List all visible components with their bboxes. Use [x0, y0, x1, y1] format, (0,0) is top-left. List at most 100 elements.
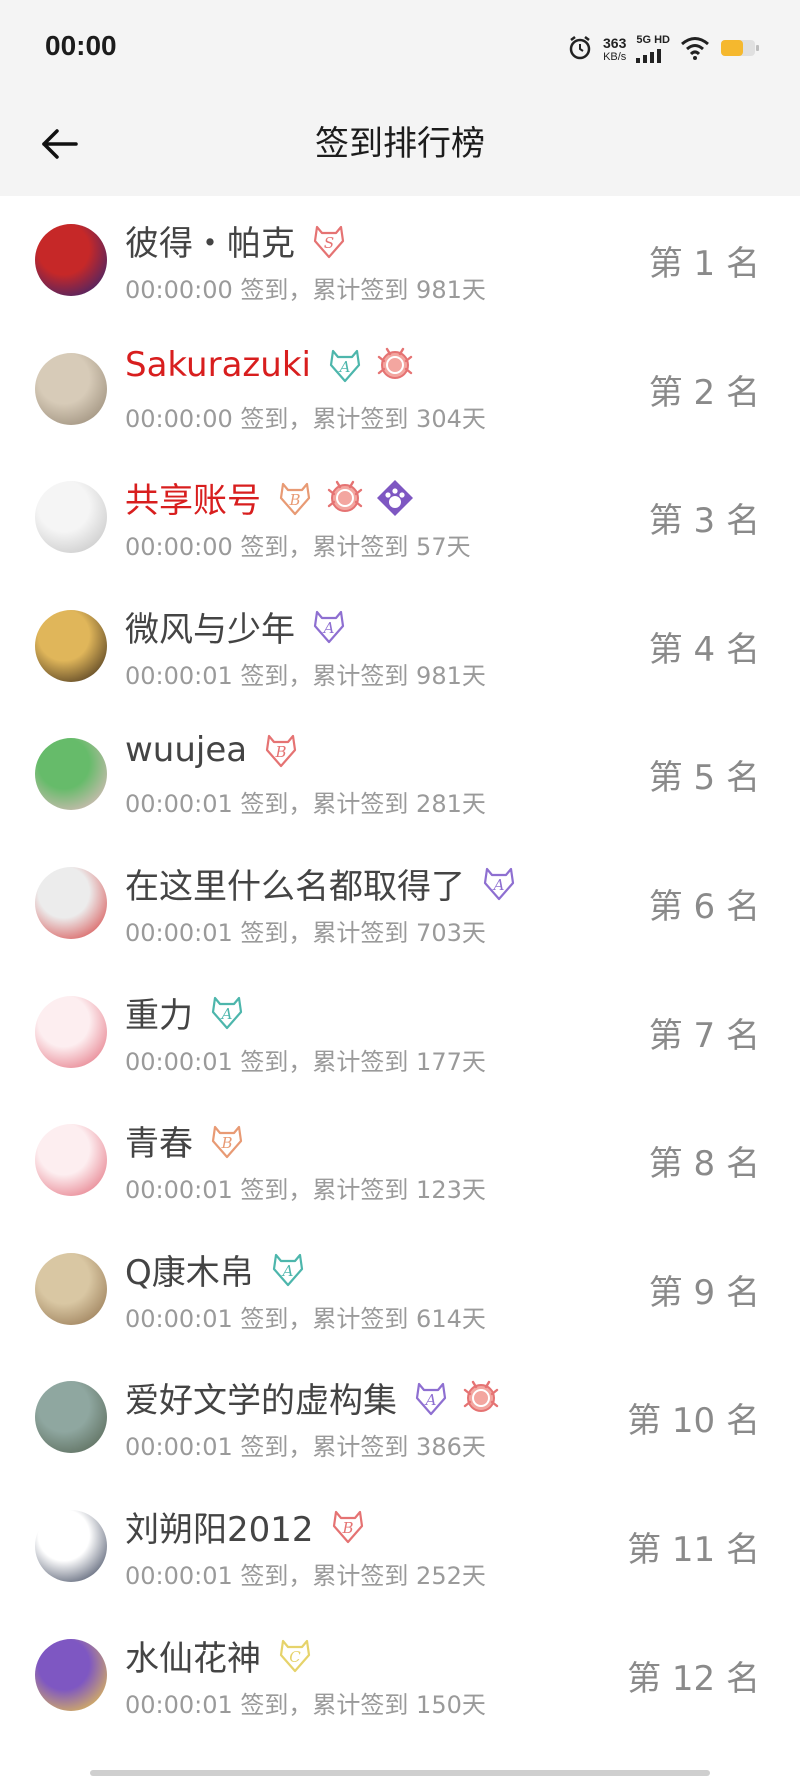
ranking-row[interactable]: 爱好文学的虚构集 A 00:00:01 签到，累计签到 386天 第 10 名	[0, 1353, 800, 1482]
name-line: 彼得・帕克 S	[125, 216, 349, 265]
signal-icon	[636, 48, 662, 67]
ranking-row[interactable]: 微风与少年 A 00:00:01 签到，累计签到 981天 第 4 名	[0, 582, 800, 711]
svg-text:B: B	[288, 491, 300, 509]
ranking-row[interactable]: 彼得・帕克 S 00:00:00 签到，累计签到 981天 第 1 名	[0, 196, 800, 325]
rank-label: 第 12 名	[627, 1658, 760, 1699]
signin-info: 00:00:01 签到，累计签到 614天	[125, 1304, 486, 1333]
avatar[interactable]	[35, 224, 107, 296]
rank-label: 第 6 名	[648, 886, 760, 927]
svg-text:C: C	[289, 1648, 301, 1666]
level-badge-icon: A	[411, 1378, 451, 1418]
avatar[interactable]	[35, 1124, 107, 1197]
avatar[interactable]	[35, 738, 107, 811]
ranking-row[interactable]: 共享账号 B 00:00:00 签到，累计签到 57天 第 3 名	[0, 453, 800, 582]
cell-signal: 5G HD	[636, 34, 670, 67]
rank-label: 第 5 名	[648, 758, 760, 799]
ranking-row[interactable]: Sakurazuki A 00:00:00 签到，累计签到 304天 第 2 名	[0, 325, 800, 454]
rank-label: 第 10 名	[627, 1401, 760, 1442]
avatar[interactable]	[35, 866, 107, 939]
avatar[interactable]	[35, 1509, 107, 1582]
ranking-row[interactable]: 青春 B 00:00:01 签到，累计签到 123天 第 8 名	[0, 1096, 800, 1225]
signin-info: 00:00:01 签到，累计签到 123天	[125, 1176, 486, 1205]
signin-info: 00:00:00 签到，累计签到 304天	[125, 404, 486, 433]
user-name[interactable]: 刘朔阳2012	[125, 1502, 314, 1551]
top-app-bar: 签到排行榜	[0, 96, 800, 196]
status-icons: 363 KB/s 5G HD	[567, 30, 760, 70]
avatar[interactable]	[35, 352, 107, 425]
svg-text:B: B	[341, 1519, 353, 1537]
badge-group: A	[268, 1249, 308, 1289]
status-bar: 00:00 363 KB/s 5G HD	[0, 0, 800, 96]
level-badge-icon: A	[268, 1249, 308, 1289]
avatar[interactable]	[35, 995, 107, 1068]
signin-info: 00:00:01 签到，累计签到 150天	[125, 1690, 486, 1719]
rank-label: 第 7 名	[648, 1015, 760, 1056]
signin-info: 00:00:01 签到，累计签到 177天	[125, 1047, 486, 1076]
user-name[interactable]: 微风与少年	[125, 602, 295, 651]
crab-badge-icon	[375, 345, 415, 385]
signin-info: 00:00:01 签到，累计签到 252天	[125, 1561, 486, 1590]
user-name[interactable]: 共享账号	[125, 473, 261, 522]
avatar[interactable]	[35, 609, 107, 682]
level-badge-icon: A	[325, 345, 365, 385]
badge-group: S	[309, 221, 349, 261]
ranking-row[interactable]: wuujea B 00:00:01 签到，累计签到 281天 第 5 名	[0, 710, 800, 839]
user-name[interactable]: 彼得・帕克	[125, 216, 295, 265]
badge-group: A	[325, 345, 415, 385]
svg-text:A: A	[322, 619, 335, 637]
rank-label: 第 4 名	[648, 629, 760, 670]
ranking-row[interactable]: 刘朔阳2012 B 00:00:01 签到，累计签到 252天 第 11 名	[0, 1482, 800, 1611]
badge-group: A	[479, 863, 519, 903]
signin-info: 00:00:01 签到，累计签到 703天	[125, 918, 486, 947]
level-badge-icon: S	[309, 221, 349, 261]
badge-group: B	[261, 730, 301, 770]
svg-text:A: A	[220, 1005, 233, 1023]
user-name[interactable]: Sakurazuki	[125, 345, 311, 385]
rank-label: 第 8 名	[648, 1144, 760, 1185]
ranking-list: 彼得・帕克 S 00:00:00 签到，累计签到 981天 第 1 名 Sakurazu…	[0, 196, 800, 1739]
user-name[interactable]: 水仙花神	[125, 1631, 261, 1680]
name-line: 在这里什么名都取得了 A	[125, 859, 519, 908]
alarm-icon	[567, 35, 593, 65]
ranking-row[interactable]: 重力 A 00:00:01 签到，累计签到 177天 第 7 名	[0, 968, 800, 1097]
badge-group: C	[275, 1635, 315, 1675]
level-badge-icon: B	[261, 730, 301, 770]
avatar[interactable]	[35, 481, 107, 554]
ranking-row[interactable]: 水仙花神 C 00:00:01 签到，累计签到 150天 第 12 名	[0, 1611, 800, 1740]
level-badge-icon: A	[207, 992, 247, 1032]
badge-group: B	[275, 478, 415, 518]
name-line: 微风与少年 A	[125, 602, 349, 651]
svg-text:B: B	[275, 743, 287, 761]
level-badge-icon: B	[275, 478, 315, 518]
svg-text:A: A	[280, 1262, 293, 1280]
level-badge-icon: A	[309, 606, 349, 646]
level-badge-icon: B	[207, 1121, 247, 1161]
rank-label: 第 9 名	[648, 1272, 760, 1313]
user-name[interactable]: Q康木帛	[125, 1245, 254, 1294]
rank-label: 第 2 名	[648, 372, 760, 413]
user-name[interactable]: 青春	[125, 1116, 193, 1165]
rank-label: 第 11 名	[627, 1529, 760, 1570]
user-name[interactable]: 重力	[125, 988, 193, 1037]
level-badge-icon: A	[479, 863, 519, 903]
name-line: 爱好文学的虚构集 A	[125, 1373, 501, 1422]
name-line: Q康木帛 A	[125, 1245, 308, 1294]
user-name[interactable]: 爱好文学的虚构集	[125, 1373, 397, 1422]
ranking-row[interactable]: Q康木帛 A 00:00:01 签到，累计签到 614天 第 9 名	[0, 1225, 800, 1354]
wifi-icon	[680, 36, 710, 64]
name-line: Sakurazuki A	[125, 345, 415, 385]
level-badge-icon: B	[328, 1506, 368, 1546]
avatar[interactable]	[35, 1638, 107, 1711]
signin-info: 00:00:01 签到，累计签到 386天	[125, 1433, 486, 1462]
avatar[interactable]	[35, 1252, 107, 1325]
rank-label: 第 3 名	[648, 501, 760, 542]
battery-icon	[720, 38, 760, 62]
user-name[interactable]: 在这里什么名都取得了	[125, 859, 465, 908]
avatar[interactable]	[35, 1381, 107, 1454]
user-name[interactable]: wuujea	[125, 730, 247, 770]
scroll-indicator[interactable]	[90, 1770, 710, 1776]
page-title: 签到排行榜	[315, 124, 485, 164]
ranking-row[interactable]: 在这里什么名都取得了 A 00:00:01 签到，累计签到 703天 第 6 名	[0, 839, 800, 968]
badge-group: A	[309, 606, 349, 646]
signin-info: 00:00:01 签到，累计签到 281天	[125, 790, 486, 819]
